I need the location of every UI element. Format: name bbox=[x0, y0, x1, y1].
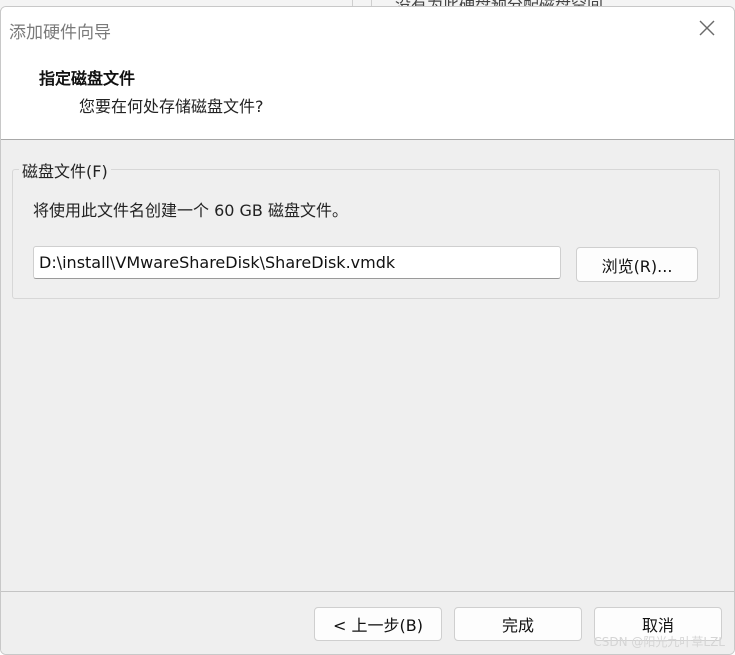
watermark: CSDN @阳光九叶草LZL bbox=[593, 635, 725, 649]
disk-file-group-label: 磁盘文件(F) bbox=[19, 158, 111, 182]
browse-button[interactable]: 浏览(R)... bbox=[576, 247, 698, 282]
back-button[interactable]: < 上一步(B) bbox=[314, 607, 442, 641]
disk-file-info: 将使用此文件名创建一个 60 GB 磁盘文件。 bbox=[33, 201, 348, 220]
close-button[interactable] bbox=[692, 15, 722, 45]
add-hardware-wizard-dialog: 添加硬件向导 指定磁盘文件 您要在何处存储磁盘文件? 磁盘文件(F) 将使用此文… bbox=[0, 6, 735, 655]
wizard-header: 指定磁盘文件 您要在何处存储磁盘文件? bbox=[1, 51, 734, 139]
title-bar: 添加硬件向导 bbox=[1, 7, 734, 51]
disk-file-path-input[interactable] bbox=[33, 246, 561, 279]
close-icon bbox=[698, 19, 716, 41]
step-subtitle: 您要在何处存储磁盘文件? bbox=[79, 97, 264, 116]
step-title: 指定磁盘文件 bbox=[39, 69, 136, 88]
wizard-body: 磁盘文件(F) 将使用此文件名创建一个 60 GB 磁盘文件。 浏览(R)... bbox=[1, 140, 734, 591]
finish-button[interactable]: 完成 bbox=[454, 607, 582, 641]
window-title: 添加硬件向导 bbox=[9, 23, 111, 43]
